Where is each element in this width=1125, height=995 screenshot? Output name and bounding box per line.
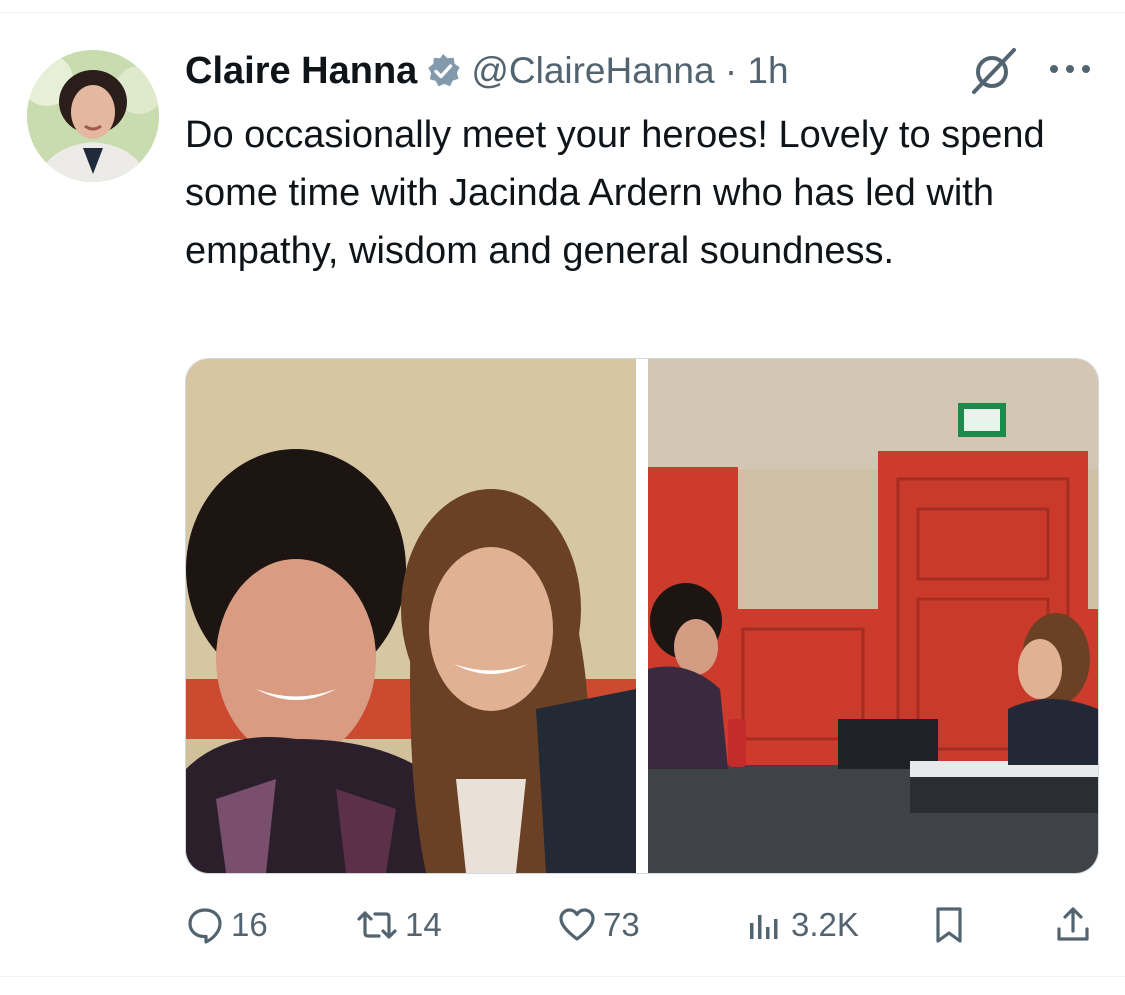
repost-count: 14	[405, 906, 442, 943]
share-button[interactable]	[1053, 900, 1093, 950]
more-options-icon[interactable]	[1046, 56, 1094, 82]
repost-button[interactable]: 14	[355, 900, 442, 950]
tweet-header: Claire Hanna @ClaireHanna · 1h	[185, 44, 789, 98]
reply-icon	[185, 905, 225, 945]
views-chart-icon	[745, 905, 785, 945]
heart-icon	[557, 905, 597, 945]
avatar[interactable]	[27, 50, 159, 182]
tweet-text: Do occasionally meet your heroes! Lovely…	[185, 114, 1045, 272]
meeting-room-photo[interactable]	[648, 359, 1098, 873]
author-name[interactable]: Claire Hanna	[185, 50, 417, 93]
verified-badge-icon	[425, 53, 461, 89]
media-grid	[185, 358, 1099, 874]
repost-icon	[355, 905, 399, 945]
share-icon	[1053, 905, 1093, 945]
selfie-photo[interactable]	[186, 359, 636, 873]
bottom-divider	[0, 976, 1125, 977]
like-button[interactable]: 73	[557, 900, 640, 950]
views-button[interactable]: 3.2K	[745, 900, 859, 950]
grok-icon[interactable]	[968, 46, 1018, 96]
views-count: 3.2K	[791, 906, 859, 943]
action-bar: 16 14 73 3.2K	[185, 900, 1095, 950]
handle-and-time[interactable]: @ClaireHanna · 1h	[471, 50, 788, 92]
reply-button[interactable]: 16	[185, 900, 268, 950]
bookmark-icon	[931, 905, 967, 945]
reply-count: 16	[231, 906, 268, 943]
top-divider	[0, 12, 1125, 13]
like-count: 73	[603, 906, 640, 943]
bookmark-button[interactable]	[931, 900, 967, 950]
